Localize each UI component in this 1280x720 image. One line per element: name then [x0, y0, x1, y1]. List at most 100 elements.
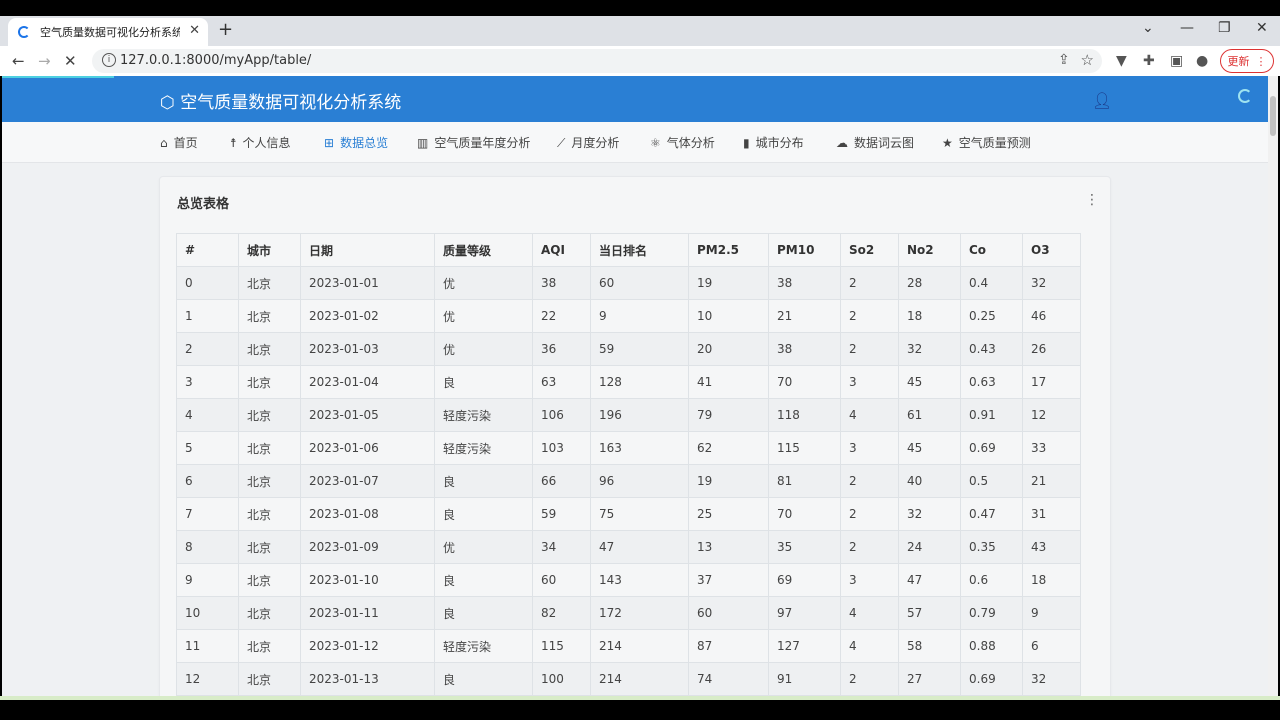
scrollbar-thumb[interactable]: [1270, 96, 1276, 136]
table-cell: 115: [532, 629, 591, 663]
table-row: 2 北京 2023-01-03 优 36 59 20 38 2 32 0.43 26: [176, 332, 1081, 366]
more-menu-icon: ⋮: [1255, 54, 1267, 68]
column-header[interactable]: So2: [840, 233, 899, 267]
table-cell: 82: [532, 596, 591, 630]
table-row: 6 北京 2023-01-07 良 66 96 19 81 2 40 0.5 21: [176, 464, 1081, 498]
table-cell: 4: [840, 596, 899, 630]
table-cell: 26: [1022, 332, 1081, 366]
side-panel-icon[interactable]: ▣: [1170, 53, 1183, 69]
gas-icon: ⚛: [650, 136, 661, 150]
user-icon[interactable]: 👤︎: [1092, 91, 1112, 110]
profile-icon[interactable]: ●: [1196, 53, 1208, 69]
table-cell: 214: [590, 662, 689, 696]
table-row: 10 北京 2023-01-11 良 82 172 60 97 4 57 0.79 9: [176, 596, 1081, 630]
puzzle-extensions-icon[interactable]: ✚: [1143, 53, 1155, 69]
bookmark-star-icon[interactable]: ☆: [1081, 51, 1094, 69]
nav-item-0[interactable]: ⌂ 首页: [160, 134, 198, 151]
nav-item-8[interactable]: ★ 空气质量预测: [942, 134, 1031, 151]
new-tab-button[interactable]: +: [218, 19, 233, 40]
update-button[interactable]: 更新 ⋮: [1220, 49, 1274, 73]
table-icon: ⊞: [324, 136, 335, 150]
site-info-icon[interactable]: i: [102, 53, 116, 67]
table-cell: 轻度污染: [434, 398, 533, 432]
nav-item-5[interactable]: ⚛ 气体分析: [650, 134, 715, 151]
table-cell: 19: [688, 266, 769, 300]
close-window-icon[interactable]: ✕: [1256, 20, 1268, 36]
tab-close-button[interactable]: ✕: [189, 23, 200, 38]
browser-tab[interactable]: 空气质量数据可视化分析系统 ✕: [8, 18, 208, 46]
card-menu-icon[interactable]: ⋮: [1085, 192, 1099, 208]
column-header[interactable]: #: [176, 233, 239, 267]
nav-item-2[interactable]: ⊞ 数据总览: [324, 134, 388, 151]
app-brand[interactable]: ⬡ 空气质量数据可视化分析系统: [160, 88, 401, 113]
cloud-icon: ☁: [836, 136, 848, 150]
table-cell: 12: [176, 662, 239, 696]
column-header[interactable]: PM10: [768, 233, 841, 267]
nav-item-3[interactable]: ▥ 空气质量年度分析: [417, 134, 530, 151]
table-cell: 100: [532, 662, 591, 696]
restore-icon[interactable]: ❐: [1218, 20, 1231, 36]
nav-item-7[interactable]: ☁ 数据词云图: [836, 134, 914, 151]
column-header[interactable]: PM2.5: [688, 233, 769, 267]
table-cell: 33: [1022, 431, 1081, 465]
column-header[interactable]: 日期: [300, 233, 435, 267]
table-cell: 北京: [238, 332, 301, 366]
table-cell: 38: [532, 266, 591, 300]
page-progress-bar: [2, 76, 114, 78]
table-cell: 60: [532, 563, 591, 597]
column-header[interactable]: 城市: [238, 233, 301, 267]
tab-search-icon[interactable]: ⌄: [1142, 20, 1154, 36]
table-row: 12 北京 2023-01-13 良 100 214 74 91 2 27 0.69 32: [176, 662, 1081, 696]
table-cell: 北京: [238, 530, 301, 564]
forward-icon[interactable]: →: [38, 52, 51, 70]
table-row: 1 北京 2023-01-02 优 22 9 10 21 2 18 0.25 46: [176, 299, 1081, 333]
column-header[interactable]: Co: [960, 233, 1023, 267]
table-cell: 61: [898, 398, 961, 432]
table-cell: 13: [688, 530, 769, 564]
table-cell: 4: [176, 398, 239, 432]
table-cell: 北京: [238, 497, 301, 531]
table-cell: 96: [590, 464, 689, 498]
extension-icon[interactable]: ▼: [1116, 53, 1127, 69]
table-cell: 38: [768, 332, 841, 366]
table-cell: 43: [1022, 530, 1081, 564]
column-header[interactable]: 质量等级: [434, 233, 533, 267]
table-cell: 9: [176, 563, 239, 597]
nav-item-1[interactable]: ☨ 个人信息: [230, 134, 291, 151]
stop-loading-icon[interactable]: ✕: [64, 52, 77, 70]
status-strip: [0, 696, 1280, 700]
table-cell: 103: [532, 431, 591, 465]
table-cell: 60: [590, 266, 689, 300]
minimize-icon[interactable]: —: [1180, 20, 1194, 36]
nav-item-4[interactable]: ⟋ 月度分析: [557, 134, 619, 151]
table-cell: 2: [840, 662, 899, 696]
table-cell: 63: [532, 365, 591, 399]
table-cell: 18: [1022, 563, 1081, 597]
table-cell: 20: [688, 332, 769, 366]
table-cell: 良: [434, 365, 533, 399]
column-header[interactable]: No2: [898, 233, 961, 267]
tab-title: 空气质量数据可视化分析系统: [40, 26, 180, 39]
browser-tab-strip: 空气质量数据可视化分析系统 ✕ + ⌄ — ❐ ✕: [0, 16, 1280, 46]
table-cell: 0.91: [960, 398, 1023, 432]
table-cell: 8: [176, 530, 239, 564]
page-scrollbar[interactable]: [1268, 76, 1278, 696]
column-header[interactable]: AQI: [532, 233, 591, 267]
column-header[interactable]: 当日排名: [590, 233, 689, 267]
back-icon[interactable]: ←: [12, 52, 25, 70]
address-toolbar: ← → ✕ i 127.0.0.1:8000/myApp/table/ ⇪ ☆ …: [0, 46, 1280, 76]
address-bar[interactable]: i 127.0.0.1:8000/myApp/table/ ⇪ ☆: [92, 49, 1102, 73]
table-cell: 36: [532, 332, 591, 366]
table-cell: 25: [688, 497, 769, 531]
overview-card: 总览表格 ⋮ # 城市 日期 质量等级 AQI 当日排名 PM2.5 PM10 So2 No2 Co…: [159, 176, 1111, 696]
url-text[interactable]: 127.0.0.1:8000/myApp/table/: [120, 53, 311, 68]
table-row: 8 北京 2023-01-09 优 34 47 13 35 2 24 0.35 43: [176, 530, 1081, 564]
table-cell: 2023-01-06: [300, 431, 435, 465]
nav-item-6[interactable]: ▮ 城市分布: [743, 134, 804, 151]
share-icon[interactable]: ⇪: [1058, 52, 1070, 68]
bar-chart-icon: ▥: [417, 136, 429, 150]
table-cell: 87: [688, 629, 769, 663]
column-header[interactable]: O3: [1022, 233, 1081, 267]
table-cell: 62: [688, 431, 769, 465]
table-cell: 32: [1022, 266, 1081, 300]
